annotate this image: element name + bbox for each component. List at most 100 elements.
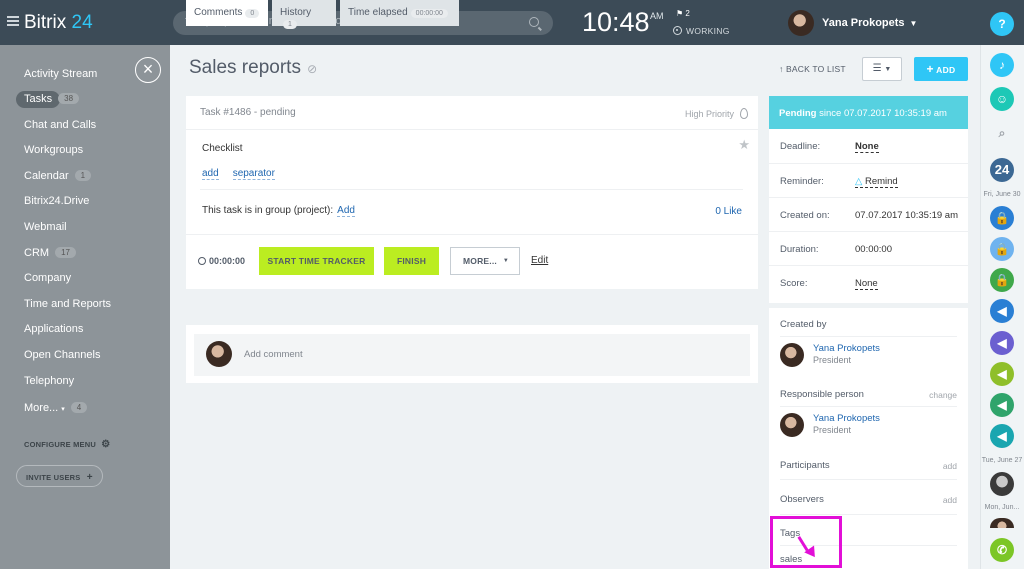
participants-add-link[interactable]: add (943, 461, 957, 471)
work-status-icon (673, 26, 682, 35)
lock-icon[interactable]: 🔒 (990, 268, 1014, 292)
configure-menu-button[interactable]: CONFIGURE MENU ⚙ (24, 439, 110, 450)
sidebar-item-calendar[interactable]: Calendar 1 (24, 170, 92, 182)
sidebar-item-label: Open Channels (24, 349, 101, 361)
sidebar-item-drive[interactable]: Bitrix24.Drive (24, 195, 89, 207)
tab-comments[interactable]: Comments 0 (186, 0, 268, 26)
sidebar-item-chat[interactable]: Chat and Calls (24, 119, 96, 131)
more-button[interactable]: MORE... ▼ (450, 247, 520, 275)
search-icon[interactable] (529, 17, 539, 27)
duration-label: Duration: (780, 244, 819, 255)
tab-label: Comments (194, 7, 243, 18)
duration-value: 00:00:00 (855, 244, 892, 255)
divider (200, 189, 743, 190)
deadline-value[interactable]: None (855, 141, 879, 153)
checklist-add-link[interactable]: add (202, 168, 219, 180)
chat-icon[interactable]: ☺ (990, 87, 1014, 111)
add-comment-placeholder[interactable]: Add comment (244, 349, 303, 360)
search-icon[interactable]: ⌕ (990, 121, 1014, 145)
sidebar-item-open-channels[interactable]: Open Channels (24, 349, 100, 361)
start-time-tracker-button[interactable]: START TIME TRACKER (259, 247, 374, 275)
fire-icon[interactable] (740, 108, 748, 119)
logo[interactable]: Bitrix 24 (24, 12, 93, 34)
status-bold: Pending (779, 108, 817, 119)
add-button[interactable]: + ADD (914, 57, 968, 81)
task-card: Task #1486 - pending High Priority Check… (186, 96, 758, 289)
score-value[interactable]: None (855, 278, 878, 290)
plus-icon: + (926, 62, 934, 76)
user-menu[interactable]: Yana Prokopets ▼ (780, 10, 917, 36)
flag-count[interactable]: ⚑ 2 (676, 9, 690, 18)
responsible-change-link[interactable]: change (929, 390, 957, 400)
logo-text: Bitrix (24, 12, 67, 33)
star-icon[interactable]: ★ (738, 137, 750, 153)
reminder-value[interactable]: △ Remind (855, 176, 898, 188)
view-options-button[interactable]: ☰ ▼ (862, 57, 902, 81)
participants-label: Participants (780, 460, 830, 471)
calendar-icon[interactable]: 24 (990, 158, 1014, 182)
status-since: since 07.07.2017 10:35:19 am (819, 108, 947, 119)
invite-users-button[interactable]: INVITE USERS + (16, 465, 103, 487)
bell-icon: △ (855, 176, 863, 187)
megaphone-icon[interactable]: ◀ (990, 393, 1014, 417)
sidebar-item-applications[interactable]: Applications (24, 323, 83, 335)
close-icon[interactable]: × (135, 57, 161, 83)
bell-icon[interactable]: ♪ (990, 53, 1014, 77)
sidebar-item-label: Telephony (24, 375, 75, 387)
sidebar-item-label: Calendar (24, 170, 69, 182)
created-on-label: Created on: (780, 210, 830, 221)
tab-history[interactable]: History 1 (272, 0, 336, 29)
responsible-name[interactable]: Yana Prokopets (813, 413, 880, 424)
reminder-label: Reminder: (780, 176, 824, 187)
sidebar-item-workgroups[interactable]: Workgroups (24, 144, 83, 156)
sidebar-item-more[interactable]: More... ▾ 4 (24, 402, 88, 414)
priority-label[interactable]: High Priority (685, 109, 734, 119)
group-info: This task is in group (project): Add (202, 205, 355, 217)
phone-icon[interactable]: ✆ (990, 538, 1014, 562)
sidebar-item-telephony[interactable]: Telephony (24, 375, 74, 387)
sidebar-badge: 1 (74, 170, 92, 181)
sidebar-item-tasks[interactable]: Tasks 38 (24, 93, 80, 105)
task-number: Task #1486 - pending (200, 107, 296, 118)
megaphone-icon[interactable]: ◀ (990, 331, 1014, 355)
sidebar-item-label: Tasks (24, 93, 53, 105)
megaphone-icon[interactable]: ◀ (990, 362, 1014, 386)
checklist-separator-link[interactable]: separator (232, 168, 275, 180)
sidebar-item-company[interactable]: Company (24, 272, 71, 284)
megaphone-icon[interactable]: ◀ (990, 299, 1014, 323)
sidebar-item-label: More... (24, 402, 59, 414)
divider (769, 231, 968, 232)
checklist-links: add separator (202, 168, 289, 180)
menu-icon[interactable] (7, 16, 19, 26)
divider (780, 514, 957, 515)
avatar[interactable] (990, 518, 1014, 528)
clock-ampm: AM (650, 11, 664, 21)
like-button[interactable]: 0 Like (715, 206, 742, 217)
tab-time-elapsed[interactable]: Time elapsed 00:00:00 (340, 0, 459, 26)
divider (769, 163, 968, 164)
score-label: Score: (780, 278, 808, 289)
observers-add-link[interactable]: add (943, 495, 957, 505)
finish-button[interactable]: FINISH (384, 247, 439, 275)
work-status[interactable]: WORKING (673, 26, 730, 36)
help-icon[interactable]: ? (990, 12, 1014, 36)
edit-link[interactable]: Edit (531, 255, 548, 266)
group-text: This task is in group (project): (202, 205, 334, 216)
clock-time[interactable]: 10:48 (582, 7, 650, 38)
created-by-label: Created by (780, 319, 827, 330)
sidebar-item-time-reports[interactable]: Time and Reports (24, 298, 111, 310)
sidebar-item-activity-stream[interactable]: Activity Stream (24, 68, 97, 80)
date-label: Fri, June 30 (983, 191, 1021, 198)
group-add-link[interactable]: Add (337, 205, 355, 217)
sidebar-item-webmail[interactable]: Webmail (24, 221, 67, 233)
divider (780, 479, 957, 480)
lock-icon[interactable]: 🔒 (990, 206, 1014, 230)
avatar[interactable] (990, 472, 1014, 496)
megaphone-icon[interactable]: ◀ (990, 424, 1014, 448)
back-to-list-button[interactable]: ↑ BACK TO LIST (779, 64, 846, 74)
creator-name[interactable]: Yana Prokopets (813, 343, 880, 354)
sidebar-badge: 4 (70, 402, 88, 413)
divider (769, 303, 968, 308)
sidebar-item-crm[interactable]: CRM 17 (24, 247, 76, 259)
lock-icon[interactable]: 🔒 (990, 237, 1014, 261)
